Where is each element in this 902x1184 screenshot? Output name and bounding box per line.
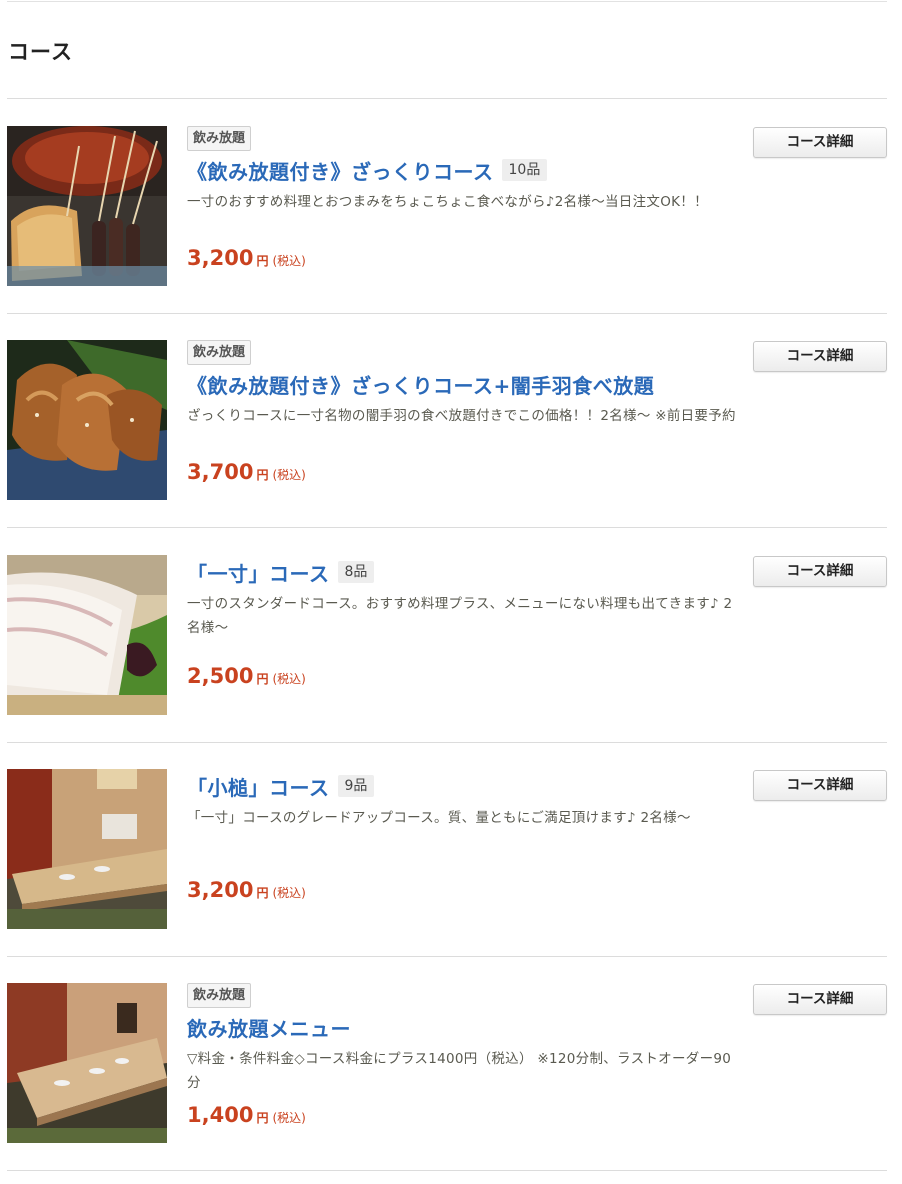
course-title-link[interactable]: 《飲み放題付き》ざっくりコース [187, 156, 494, 185]
tax-note: (税込) [272, 254, 306, 268]
course-item: 「小槌」コース 9品 「一寸」コースのグレードアップコース。質、量ともにご満足頂… [7, 742, 887, 957]
kushikatsu-food-photo [7, 126, 167, 286]
course-detail-button[interactable]: コース詳細 [753, 984, 887, 1015]
course-image[interactable] [7, 769, 167, 929]
course-description: ざっくりコースに一寸名物の闇手羽の食べ放題付きでこの価格！！2名様～ ※前日要予… [187, 408, 736, 424]
dish-count-badge: 8品 [337, 561, 375, 583]
dish-count-badge: 9品 [337, 775, 375, 797]
table-room-photo [7, 983, 167, 1143]
course-image[interactable] [7, 983, 167, 1143]
course-item: 飲み放題 飲み放題メニュー ▽料金・条件料金◇コース料金にプラス1400円（税込… [7, 956, 887, 1171]
top-divider [7, 1, 887, 2]
course-price: 3,700 [187, 460, 254, 484]
course-title-link[interactable]: 「小槌」コース [187, 772, 330, 801]
course-item: 「一寸」コース 8品 一寸のスタンダードコース。おすすめ料理プラス、メニューにな… [7, 528, 887, 743]
yen-unit: 円 [256, 672, 269, 686]
all-you-can-drink-badge: 飲み放題 [187, 983, 252, 1008]
course-image[interactable] [7, 126, 167, 286]
course-price: 1,400 [187, 1103, 254, 1127]
course-price: 3,200 [187, 246, 254, 270]
private-room-photo [7, 769, 167, 929]
course-detail-button[interactable]: コース詳細 [753, 556, 887, 587]
course-description: 一寸のおすすめ料理とおつまみをちょこちょこ食べながら♪2名様～当日注文OK！！ [187, 194, 708, 210]
course-title-link[interactable]: 飲み放題メニュー [187, 1013, 351, 1042]
all-you-can-drink-badge: 飲み放題 [187, 126, 252, 151]
course-price: 2,500 [187, 664, 254, 688]
chicken-wings-photo [7, 340, 167, 500]
yen-unit: 円 [256, 886, 269, 900]
course-title-link[interactable]: 「一寸」コース [187, 558, 330, 587]
tax-note: (税込) [272, 468, 306, 482]
course-detail-button[interactable]: コース詳細 [753, 770, 887, 801]
course-item: 飲み放題 《飲み放題付き》ざっくりコース+闇手羽食べ放題 ざっくりコースに一寸名… [7, 313, 887, 528]
course-price: 3,200 [187, 878, 254, 902]
course-item: 飲み放題 《飲み放題付き》ざっくりコース 10品 一寸のおすすめ料理とおつまみを… [7, 99, 887, 314]
course-detail-button[interactable]: コース詳細 [753, 341, 887, 372]
course-image[interactable] [7, 555, 167, 715]
tax-note: (税込) [272, 886, 306, 900]
yen-unit: 円 [256, 254, 269, 268]
section-title: コース [8, 40, 73, 64]
course-description: ▽料金・条件料金◇コース料金にプラス1400円（税込） ※120分制、ラストオー… [187, 1051, 732, 1091]
course-image[interactable] [7, 340, 167, 500]
course-description: 一寸のスタンダードコース。おすすめ料理プラス、メニューにない料理も出てきます♪ … [187, 596, 733, 636]
course-title-link[interactable]: 《飲み放題付き》ざっくりコース+闇手羽食べ放題 [187, 370, 654, 399]
dish-count-badge: 10品 [501, 159, 548, 181]
course-description: 「一寸」コースのグレードアップコース。質、量ともにご満足頂けます♪ 2名様～ [187, 810, 691, 826]
sashimi-photo [7, 555, 167, 715]
tax-note: (税込) [272, 1111, 306, 1125]
yen-unit: 円 [256, 468, 269, 482]
all-you-can-drink-badge: 飲み放題 [187, 340, 252, 365]
course-detail-button[interactable]: コース詳細 [753, 127, 887, 158]
yen-unit: 円 [256, 1111, 269, 1125]
tax-note: (税込) [272, 672, 306, 686]
